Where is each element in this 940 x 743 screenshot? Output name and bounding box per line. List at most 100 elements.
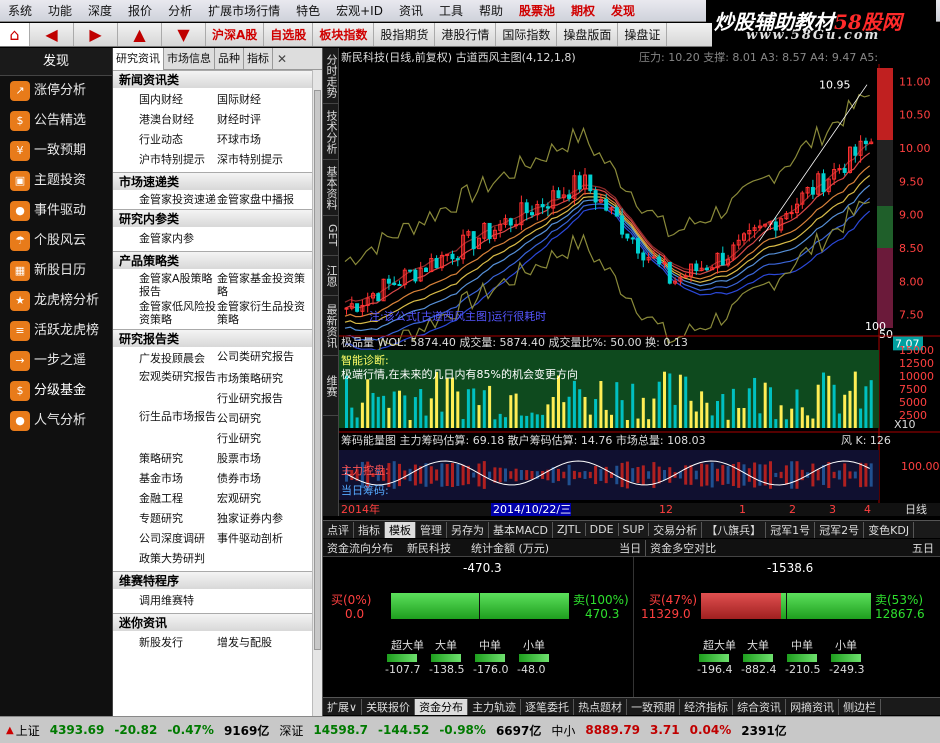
tab-market-info[interactable]: 市场信息 — [164, 48, 215, 70]
menu-tools[interactable]: 工具 — [431, 2, 471, 19]
section-header[interactable]: 新闻资讯类 — [113, 70, 322, 88]
research-link[interactable]: 公司类研究报告 — [217, 349, 305, 369]
toolbar-index-futures[interactable]: 股指期货 — [374, 23, 436, 46]
vtab-get[interactable]: GET — [323, 216, 339, 256]
research-link[interactable]: 财经时评 — [217, 110, 305, 130]
close-icon[interactable]: ✕ — [277, 52, 287, 66]
bottom-tab[interactable]: 关联报价 — [362, 698, 416, 715]
sidebar-item-limit-up[interactable]: ↗ 涨停分析 — [0, 76, 112, 106]
indicator-tab[interactable]: 冠军1号 — [766, 521, 816, 538]
vtab-fundamentals[interactable]: 基本资料 — [323, 160, 339, 216]
sidebar-item-event[interactable]: ● 事件驱动 — [0, 196, 112, 226]
sh-index-name[interactable]: 上证 — [16, 722, 40, 739]
scroll-thumb[interactable] — [314, 90, 321, 650]
research-link[interactable]: 政策大势研判 — [139, 549, 217, 569]
indicator-tab[interactable]: 管理 — [416, 521, 447, 538]
research-link[interactable]: 沪市特别提示 — [139, 150, 217, 170]
arrow-left-icon[interactable]: ◀ — [30, 23, 74, 46]
panel-scrollbar[interactable] — [312, 70, 322, 716]
research-link[interactable]: 行业动态 — [139, 130, 217, 150]
indicator-tab[interactable]: DDE — [586, 523, 619, 536]
arrow-right-icon[interactable]: ▶ — [74, 23, 118, 46]
bottom-tab[interactable]: 扩展∨ — [323, 698, 363, 715]
research-link[interactable]: 股票市场 — [217, 449, 305, 469]
sidebar-item-announcements[interactable]: $ 公告精选 — [0, 106, 112, 136]
vtab-technical[interactable]: 技术分析 — [323, 104, 339, 160]
menu-function[interactable]: 功能 — [40, 2, 80, 19]
research-link[interactable]: 新股发行 — [139, 633, 217, 653]
menu-macro[interactable]: 宏观+ID — [328, 2, 391, 19]
research-link[interactable]: 金融工程 — [139, 489, 217, 509]
toolbar-a-shares[interactable]: 沪深A股 — [206, 23, 265, 46]
vtab-weisai[interactable]: 维赛 — [323, 356, 339, 416]
arrow-down-icon[interactable]: ▼ — [162, 23, 206, 46]
menu-options[interactable]: 期权 — [563, 2, 603, 19]
toolbar-hk-stocks[interactable]: 港股行情 — [435, 23, 497, 46]
indicator-tab[interactable]: SUP — [619, 523, 650, 536]
sidebar-item-active-dragon[interactable]: ≡ 活跃龙虎榜 — [0, 316, 112, 346]
indicator-tab[interactable]: 另存为 — [447, 521, 489, 538]
section-header[interactable]: 研究内参类 — [113, 209, 322, 227]
menu-stock-pool[interactable]: 股票池 — [511, 2, 563, 19]
research-link[interactable]: 行业研究报告 — [217, 389, 305, 409]
sidebar-item-one-step[interactable]: → 一步之遥 — [0, 346, 112, 376]
research-link[interactable]: 深市特别提示 — [217, 150, 305, 170]
indicator-tab[interactable]: 变色KDJ — [864, 521, 915, 538]
menu-help[interactable]: 帮助 — [471, 2, 511, 19]
indicator-tab[interactable]: ZJTL — [553, 523, 586, 536]
indicator-tab[interactable]: 基本MACD — [489, 521, 553, 538]
research-link[interactable]: 债券市场 — [217, 469, 305, 489]
bottom-tab[interactable]: 网摘资讯 — [786, 698, 840, 715]
research-link[interactable]: 独家证券内参 — [217, 509, 305, 529]
toolbar-intl-index[interactable]: 国际指数 — [496, 23, 558, 46]
menu-analysis[interactable]: 分析 — [160, 2, 200, 19]
research-link[interactable]: 公司深度调研 — [139, 529, 217, 549]
research-link[interactable]: 国际财经 — [217, 90, 305, 110]
sz-index-name[interactable]: 深证 — [279, 722, 303, 739]
research-link[interactable]: 金管家A股策略报告 — [139, 271, 217, 299]
tab-research[interactable]: 研究资讯 — [113, 48, 164, 70]
menu-discover[interactable]: 发现 — [603, 2, 643, 19]
research-link[interactable]: 国内财经 — [139, 90, 217, 110]
research-link[interactable]: 金管家投资速递 — [139, 192, 217, 207]
research-link[interactable]: 金管家基金投资策略 — [217, 271, 305, 299]
research-link[interactable]: 专题研究 — [139, 509, 217, 529]
section-header[interactable]: 迷你资讯 — [113, 613, 322, 631]
indicator-tab[interactable]: 指标 — [354, 521, 385, 538]
bottom-tab[interactable]: 逐笔委托 — [521, 698, 575, 715]
bottom-tab[interactable]: 一致预期 — [627, 698, 681, 715]
sidebar-item-consensus[interactable]: ¥ 一致预期 — [0, 136, 112, 166]
research-link[interactable]: 金管家衍生品投资策略 — [217, 299, 305, 327]
sidebar-item-theme[interactable]: ▣ 主题投资 — [0, 166, 112, 196]
arrow-up-icon[interactable]: ▲ — [118, 23, 162, 46]
menu-depth[interactable]: 深度 — [80, 2, 120, 19]
vtab-intraday[interactable]: 分时走势 — [323, 48, 339, 104]
bottom-tab[interactable]: 经济指标 — [680, 698, 734, 715]
indicator-tab[interactable]: 模板 — [385, 521, 416, 538]
research-link[interactable]: 衍生品市场报告 — [139, 409, 217, 429]
research-link[interactable]: 基金市场 — [139, 469, 217, 489]
research-link[interactable]: 广发投顾晨会 — [139, 349, 217, 369]
home-icon[interactable]: ⌂ — [0, 23, 30, 46]
tab-variety[interactable]: 品种 — [215, 48, 244, 70]
toolbar-sector-index[interactable]: 板块指数 — [313, 23, 375, 46]
toolbar-watchlist[interactable]: 自选股 — [264, 23, 314, 46]
toolbar-trading-cert[interactable]: 操盘证 — [618, 23, 668, 46]
indicator-tab[interactable]: 交易分析 — [649, 521, 703, 538]
research-link[interactable]: 港澳台财经 — [139, 110, 217, 130]
research-link[interactable]: 增发与配股 — [217, 633, 305, 653]
sidebar-item-ipo-calendar[interactable]: ▦ 新股日历 — [0, 256, 112, 286]
research-link[interactable]: 金管家内参 — [139, 229, 217, 249]
research-link[interactable]: 金管家低风险投资策略 — [139, 299, 217, 327]
section-header[interactable]: 产品策略类 — [113, 251, 322, 269]
research-link[interactable]: 环球市场 — [217, 130, 305, 150]
research-link[interactable]: 调用维赛特 — [139, 591, 217, 611]
flow-period-right[interactable]: 五日 — [912, 540, 940, 556]
vtab-latest-info[interactable]: 最新资讯 — [323, 296, 339, 356]
section-header[interactable]: 维赛特程序 — [113, 571, 322, 589]
tab-indicator[interactable]: 指标 — [244, 48, 273, 70]
research-link[interactable]: 金管家盘中播报 — [217, 192, 305, 207]
sme-index-name[interactable]: 中小 — [551, 722, 575, 739]
section-header[interactable]: 研究报告类 — [113, 329, 322, 347]
research-link[interactable]: 宏观类研究报告 — [139, 369, 217, 389]
